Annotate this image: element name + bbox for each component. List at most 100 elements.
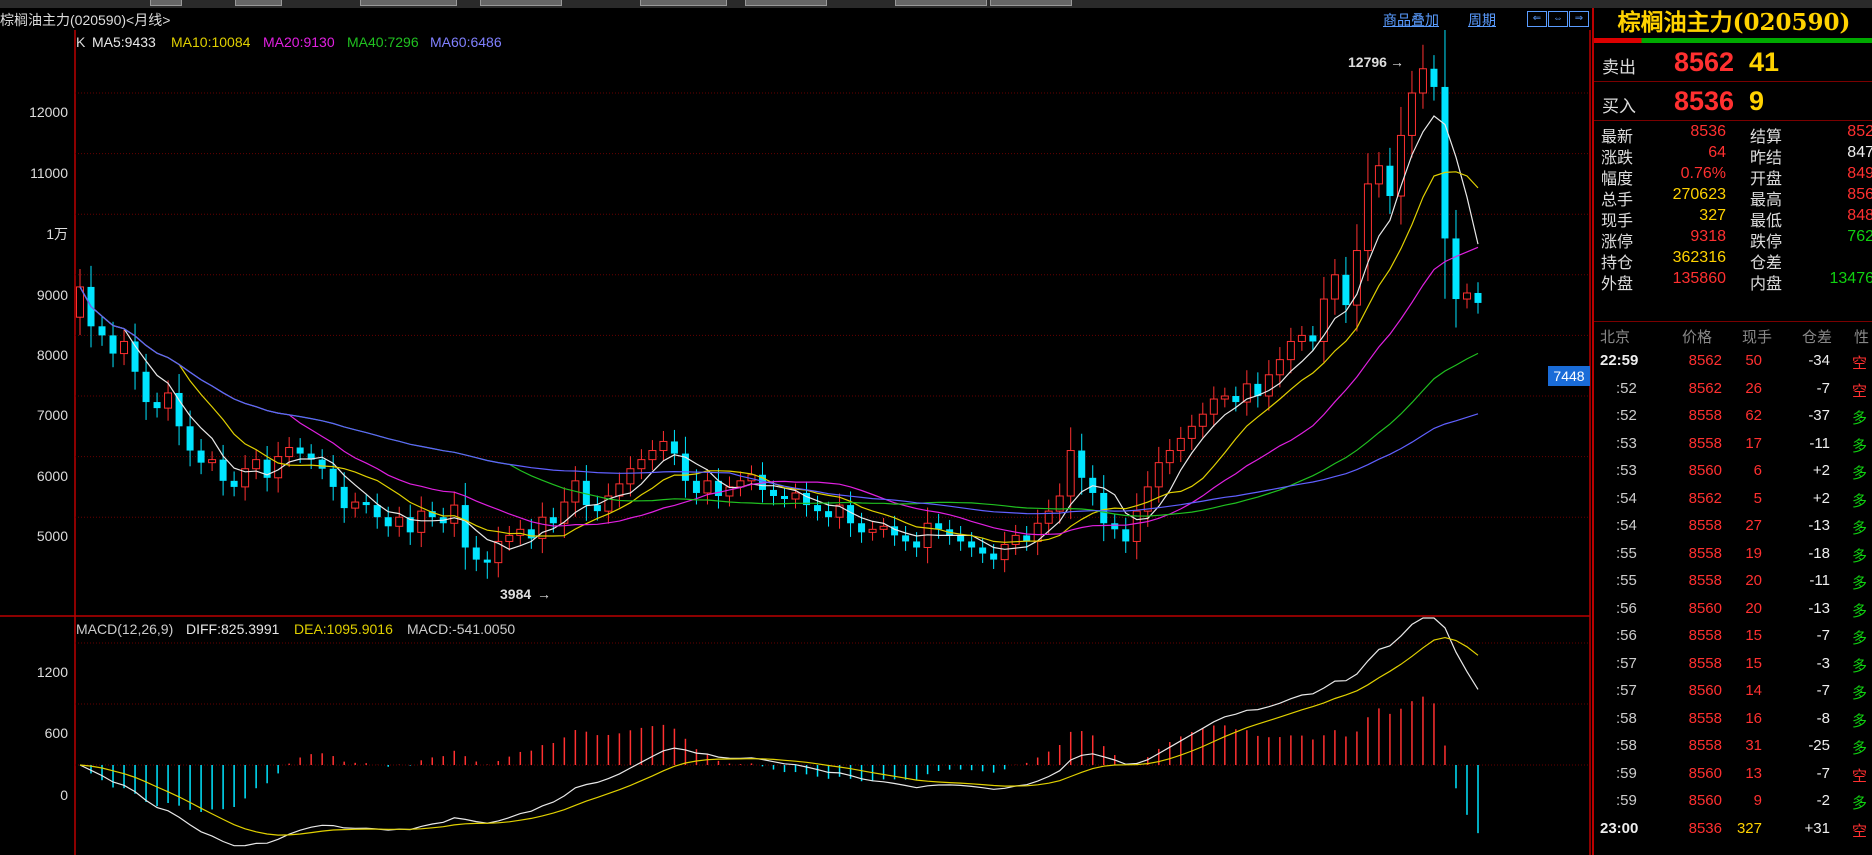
tick-price: 8562 xyxy=(1688,379,1722,397)
tick-time: :54 xyxy=(1616,517,1637,534)
tick-row: :58 8558 16 -8 多 xyxy=(1594,706,1872,733)
candle-body xyxy=(935,523,943,530)
tick-nature: 多 xyxy=(1852,465,1868,482)
ma5-label: MA5:9433 xyxy=(92,34,156,50)
candle-body xyxy=(1407,92,1416,136)
candle-body xyxy=(384,517,392,527)
tick-volume: 9 xyxy=(1753,792,1762,809)
toolbar-button[interactable] xyxy=(360,0,457,6)
tick-price: 8558 xyxy=(1688,627,1722,644)
ma40-label: MA40:7296 xyxy=(347,34,419,50)
tick-oi-change: -18 xyxy=(1808,544,1830,562)
quote-value: 135860 xyxy=(1672,270,1726,287)
toolbar-button[interactable] xyxy=(235,0,282,6)
candle-body xyxy=(714,480,722,496)
candle-body xyxy=(329,468,337,487)
symbol-title: 棕榈油主力(020590)<月线> xyxy=(0,12,171,28)
candle-body xyxy=(1363,183,1372,252)
tick-row: :55 8558 20 -11 多 xyxy=(1594,568,1872,595)
tick-volume: 327 xyxy=(1736,819,1762,837)
tick-volume: 50 xyxy=(1745,352,1762,369)
quote-row: 外盘 135860 内盘 13476 xyxy=(1594,270,1872,294)
tick-volume: 31 xyxy=(1745,737,1762,754)
period-link[interactable]: 周期 xyxy=(1468,10,1496,30)
candle-body xyxy=(1122,529,1130,542)
nav-left-icon[interactable]: ⇐ xyxy=(1527,11,1547,27)
tick-nature: 空 xyxy=(1852,767,1868,785)
candle-body xyxy=(769,489,777,496)
candle-body xyxy=(703,480,712,494)
quote-value: 270623 xyxy=(1672,186,1726,203)
tick-oi-change: -7 xyxy=(1816,379,1830,397)
tick-oi-change: +2 xyxy=(1812,489,1830,507)
tick-row: :52 8562 26 -7 空 xyxy=(1594,376,1872,403)
quote-value: 849 xyxy=(1847,165,1872,182)
toolbar-button[interactable] xyxy=(150,0,182,6)
quote-title: 棕榈油主力(020590) xyxy=(1617,9,1851,36)
tick-table-header: 北京 价格 现手 仓差 性 xyxy=(1594,322,1872,348)
quote-value: 847 xyxy=(1847,144,1872,161)
quote-value: 852 xyxy=(1847,123,1872,140)
toolbar-button[interactable] xyxy=(895,0,987,6)
tick-row: :57 8558 15 -3 多 xyxy=(1594,651,1872,678)
overlay-link[interactable]: 商品叠加 xyxy=(1383,10,1439,30)
tick-price: 8562 xyxy=(1688,352,1722,369)
k-label: K xyxy=(76,34,86,50)
candle-body xyxy=(1452,238,1460,300)
tick-oi-change: -11 xyxy=(1809,572,1830,589)
tick-nature: 多 xyxy=(1852,437,1868,455)
tick-price: 8562 xyxy=(1688,489,1722,507)
candle-body xyxy=(913,541,921,548)
candle-body xyxy=(219,459,227,481)
high-label: 12796 xyxy=(1348,54,1387,70)
candle-body xyxy=(461,505,469,548)
sell-label: 卖出 xyxy=(1602,58,1636,77)
tick-volume: 17 xyxy=(1745,434,1762,452)
tick-nature: 多 xyxy=(1852,630,1868,647)
tick-row: :57 8560 14 -7 多 xyxy=(1594,678,1872,705)
candle-body xyxy=(274,456,283,479)
candle-body xyxy=(1100,492,1108,524)
candle-body xyxy=(825,511,833,518)
candle-body xyxy=(1309,335,1317,342)
y-tick: 9000 xyxy=(37,287,68,303)
candle-body xyxy=(483,559,491,563)
candle-body xyxy=(615,483,624,497)
tick-nature: 多 xyxy=(1852,547,1868,565)
tick-price: 8558 xyxy=(1688,572,1722,589)
candle-body xyxy=(351,501,360,509)
tick-price: 8560 xyxy=(1688,792,1722,809)
toolbar-button[interactable] xyxy=(480,0,562,6)
nav-both-icon[interactable]: ⇔ xyxy=(1548,11,1568,27)
candle-body xyxy=(208,459,217,464)
candle-body xyxy=(1000,543,1009,561)
y-tick: 11000 xyxy=(30,165,68,181)
tick-row: :53 8560 6 +2 多 xyxy=(1594,458,1872,485)
tick-time: :52 xyxy=(1616,379,1637,397)
candle-body xyxy=(538,516,547,539)
toolbar-button[interactable] xyxy=(640,0,727,6)
y-tick: 8000 xyxy=(37,347,68,363)
tick-nature: 多 xyxy=(1852,657,1868,675)
tick-time: :59 xyxy=(1616,764,1637,782)
tick-volume: 19 xyxy=(1745,544,1762,562)
nav-right-icon[interactable]: ⇒ xyxy=(1569,11,1589,27)
kline-chart[interactable]: K MA5:9433 MA10:10084 MA20:9130 MA40:729… xyxy=(0,30,1592,855)
sell-row: 卖出 8562 41 xyxy=(1594,43,1872,82)
tick-volume: 5 xyxy=(1753,489,1762,507)
candle-body xyxy=(1143,486,1152,512)
candle-body xyxy=(1474,292,1482,303)
candle-body xyxy=(968,541,976,548)
tick-nature: 空 xyxy=(1852,822,1868,840)
toolbar-button[interactable] xyxy=(990,0,1072,6)
candle-body xyxy=(230,480,238,487)
tick-list[interactable]: 22:59 8562 50 -34 空:52 8562 26 -7 空:52 8558 62 -37 多… xyxy=(1594,348,1872,848)
tick-time: 23:00 xyxy=(1600,819,1639,837)
ma20-label: MA20:9130 xyxy=(263,34,335,50)
tick-oi-change: -34 xyxy=(1808,352,1830,369)
macd-series xyxy=(79,617,1479,847)
buy-price: 8536 xyxy=(1674,86,1735,116)
toolbar-button[interactable] xyxy=(745,0,827,6)
candle-body xyxy=(395,516,404,527)
tick-volume: 15 xyxy=(1745,627,1762,644)
